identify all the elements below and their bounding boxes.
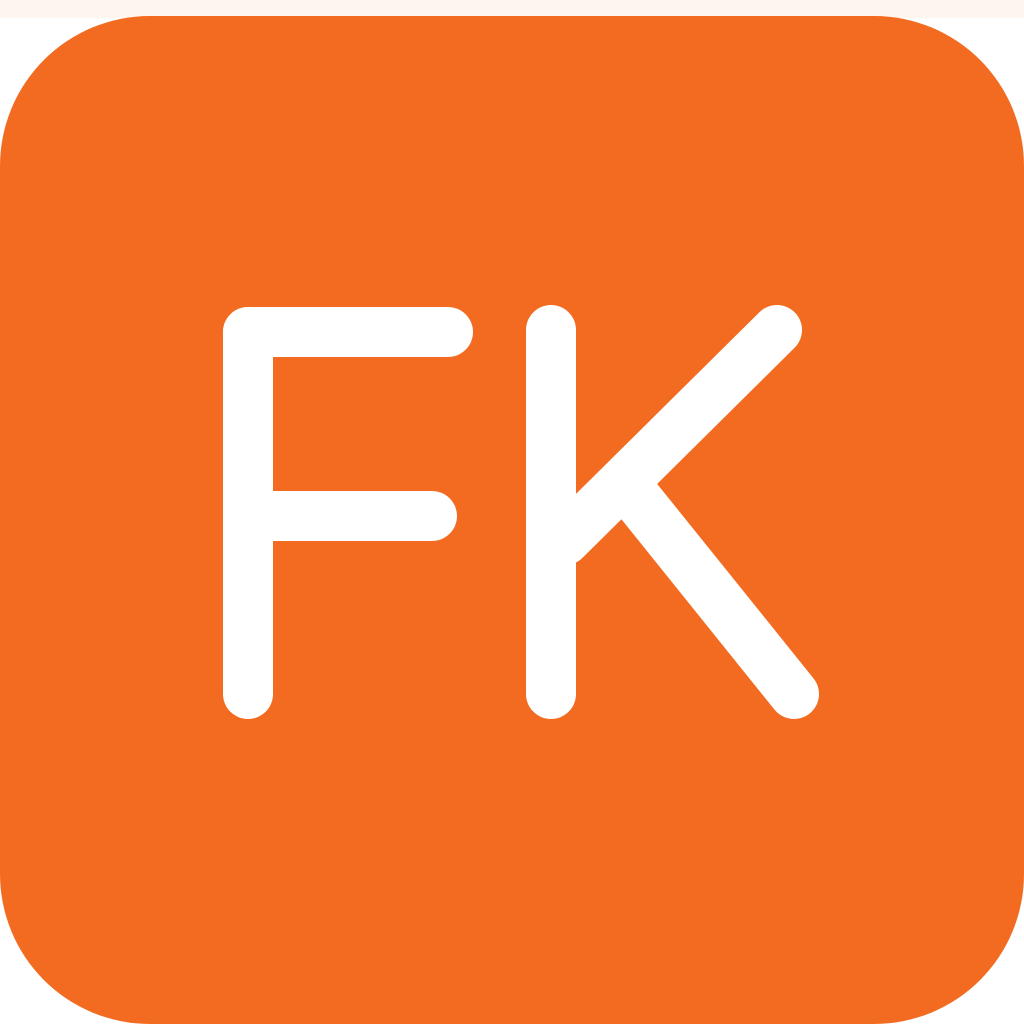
icon-background xyxy=(0,16,1024,1024)
fk-logo-svg xyxy=(0,16,1024,1024)
page xyxy=(0,0,1024,1024)
fk-app-icon[interactable] xyxy=(0,16,1024,1024)
